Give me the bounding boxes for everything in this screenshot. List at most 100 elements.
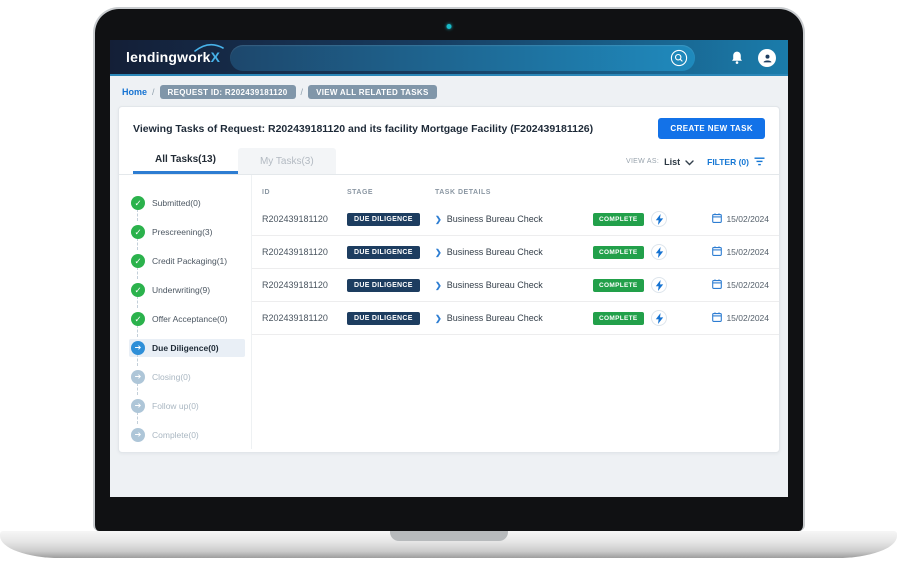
logo-swoosh-icon xyxy=(194,43,224,52)
arrow-right-icon: ➔ xyxy=(131,399,145,413)
due-date: 15/02/2024 xyxy=(726,214,769,224)
check-icon: ✓ xyxy=(131,283,145,297)
check-icon: ✓ xyxy=(131,254,145,268)
calendar-icon xyxy=(712,246,722,258)
stepper-item-credit-packaging[interactable]: ✓Credit Packaging(1) xyxy=(129,246,251,275)
status-badge: COMPLETE xyxy=(593,312,644,325)
chevron-down-icon[interactable] xyxy=(685,153,694,171)
card-header: Viewing Tasks of Request: R202439181120 … xyxy=(119,107,779,148)
view-as-label: VIEW AS: xyxy=(626,158,659,165)
column-header-stage: STAGE xyxy=(347,189,435,196)
calendar-icon xyxy=(712,312,722,324)
table-row[interactable]: R202439181120 DUE DILIGENCE ❯ Business Bu… xyxy=(252,269,779,302)
check-icon: ✓ xyxy=(131,196,145,210)
chevron-right-icon[interactable]: ❯ xyxy=(435,215,442,224)
card-content: ✓Submitted(0) ✓Prescreening(3) ✓Credit P… xyxy=(119,175,779,449)
quick-action-bolt-icon[interactable] xyxy=(651,277,667,293)
stepper-item-prescreening[interactable]: ✓Prescreening(3) xyxy=(129,217,251,246)
due-date: 15/02/2024 xyxy=(726,280,769,290)
webcam-dot xyxy=(447,24,452,29)
filter-funnel-icon[interactable] xyxy=(754,153,765,171)
app-logo[interactable]: lendingworkX xyxy=(126,49,220,65)
laptop-notch xyxy=(390,531,508,541)
page-title: Viewing Tasks of Request: R202439181120 … xyxy=(133,123,593,135)
laptop-screen: lendingworkX xyxy=(93,7,805,531)
table-row[interactable]: R202439181120 DUE DILIGENCE ❯ Business Bu… xyxy=(252,302,779,335)
title-request-id: R202439181120 xyxy=(268,123,345,135)
breadcrumb-request-id-badge[interactable]: REQUEST ID: R202439181120 xyxy=(160,85,296,99)
tab-all-tasks[interactable]: All Tasks(13) xyxy=(133,148,238,174)
stage-badge: DUE DILIGENCE xyxy=(347,246,420,259)
column-header-id: ID xyxy=(262,189,347,196)
due-date: 15/02/2024 xyxy=(726,247,769,257)
laptop-mockup: lendingworkX xyxy=(0,0,897,572)
stage-badge: DUE DILIGENCE xyxy=(347,213,420,226)
breadcrumb-home-link[interactable]: Home xyxy=(122,87,147,97)
column-header-task-details: TASK DETAILS xyxy=(435,189,593,196)
stage-badge: DUE DILIGENCE xyxy=(347,312,420,325)
calendar-icon xyxy=(712,279,722,291)
tab-my-tasks[interactable]: My Tasks(3) xyxy=(238,148,336,174)
task-name[interactable]: Business Bureau Check xyxy=(447,280,543,290)
create-new-task-button[interactable]: CREATE NEW TASK xyxy=(658,118,765,139)
due-date: 15/02/2024 xyxy=(726,313,769,323)
chevron-right-icon[interactable]: ❯ xyxy=(435,314,442,323)
status-badge: COMPLETE xyxy=(593,246,644,259)
stage-badge: DUE DILIGENCE xyxy=(347,279,420,292)
quick-action-bolt-icon[interactable] xyxy=(651,211,667,227)
breadcrumb-related-tasks-badge[interactable]: VIEW ALL RELATED TASKS xyxy=(308,85,437,99)
check-icon: ✓ xyxy=(131,225,145,239)
top-navbar: lendingworkX xyxy=(110,40,788,76)
task-name[interactable]: Business Bureau Check xyxy=(447,214,543,224)
view-as-value[interactable]: List xyxy=(664,157,680,167)
person-icon xyxy=(762,53,773,64)
stepper-item-offer-acceptance[interactable]: ✓Offer Acceptance(0) xyxy=(129,304,251,333)
tasks-table: ID STAGE TASK DETAILS R202439181120 DUE … xyxy=(251,175,779,449)
stepper-item-follow-up[interactable]: ➔Follow up(0) xyxy=(129,391,251,420)
global-search-bar[interactable] xyxy=(230,45,695,71)
breadcrumb: Home / REQUEST ID: R202439181120 / VIEW … xyxy=(110,76,788,106)
user-avatar[interactable] xyxy=(758,49,776,67)
tasks-card: Viewing Tasks of Request: R202439181120 … xyxy=(118,106,780,453)
title-prefix: Viewing Tasks of Request: xyxy=(133,123,265,135)
status-badge: COMPLETE xyxy=(593,279,644,292)
breadcrumb-separator: / xyxy=(301,87,304,97)
laptop-base xyxy=(0,531,897,558)
filter-button[interactable]: FILTER (0) xyxy=(707,157,749,167)
cell-request-id: R202439181120 xyxy=(262,313,347,323)
table-row[interactable]: R202439181120 DUE DILIGENCE ❯ Business Bu… xyxy=(252,203,779,236)
cell-request-id: R202439181120 xyxy=(262,214,347,224)
search-input[interactable] xyxy=(230,53,670,64)
tabs-bar: All Tasks(13) My Tasks(3) VIEW AS: List … xyxy=(119,148,779,175)
stepper-item-closing[interactable]: ➔Closing(0) xyxy=(129,362,251,391)
chevron-right-icon[interactable]: ❯ xyxy=(435,281,442,290)
stepper-item-due-diligence[interactable]: ➔Due Diligence(0) xyxy=(129,333,251,362)
calendar-icon xyxy=(712,213,722,225)
quick-action-bolt-icon[interactable] xyxy=(651,244,667,260)
search-icon[interactable] xyxy=(670,49,688,67)
arrow-right-icon: ➔ xyxy=(131,341,145,355)
stage-stepper: ✓Submitted(0) ✓Prescreening(3) ✓Credit P… xyxy=(119,175,251,449)
arrow-right-icon: ➔ xyxy=(131,370,145,384)
title-connector: and its facility xyxy=(348,123,418,135)
notifications-bell-icon[interactable] xyxy=(729,50,745,66)
view-controls: VIEW AS: List FILTER (0) xyxy=(626,148,765,175)
cell-request-id: R202439181120 xyxy=(262,247,347,257)
status-badge: COMPLETE xyxy=(593,213,644,226)
stepper-item-submitted[interactable]: ✓Submitted(0) xyxy=(129,188,251,217)
breadcrumb-separator: / xyxy=(152,87,155,97)
check-icon: ✓ xyxy=(131,312,145,326)
cell-request-id: R202439181120 xyxy=(262,280,347,290)
stepper-item-underwriting[interactable]: ✓Underwriting(9) xyxy=(129,275,251,304)
table-row[interactable]: R202439181120 DUE DILIGENCE ❯ Business Bu… xyxy=(252,236,779,269)
arrow-right-icon: ➔ xyxy=(131,428,145,442)
lendingworkx-app: lendingworkX xyxy=(110,40,788,497)
task-name[interactable]: Business Bureau Check xyxy=(447,247,543,257)
quick-action-bolt-icon[interactable] xyxy=(651,310,667,326)
task-name[interactable]: Business Bureau Check xyxy=(447,313,543,323)
stepper-item-complete[interactable]: ➔Complete(0) xyxy=(129,420,251,449)
table-header-row: ID STAGE TASK DETAILS xyxy=(252,181,779,203)
chevron-right-icon[interactable]: ❯ xyxy=(435,248,442,257)
title-facility-name: Mortgage Facility (F202439181126) xyxy=(421,123,593,135)
navbar-right-controls xyxy=(729,40,776,76)
